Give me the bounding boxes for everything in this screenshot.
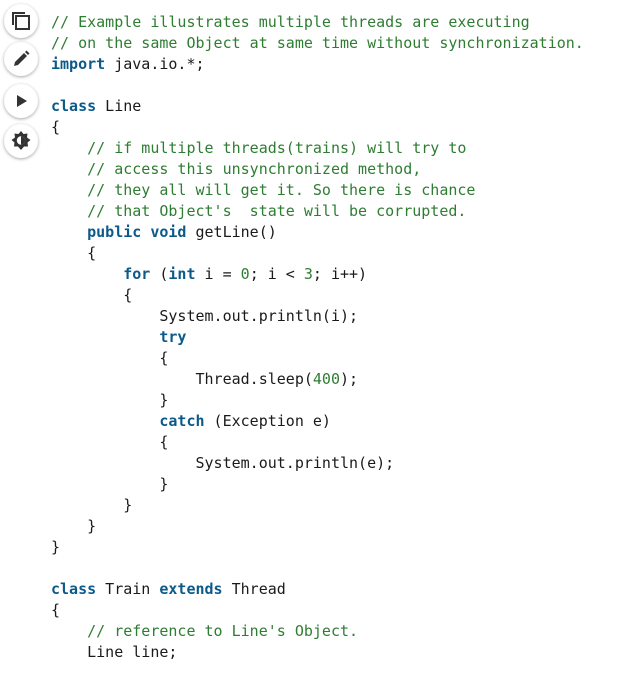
theme-toggle-button[interactable] [4,124,38,158]
code-line: // they all will get it. So there is cha… [51,180,584,201]
code-line: System.out.println(e); [51,453,584,474]
code-token-plain: Line line; [51,643,178,661]
code-line: } [51,516,584,537]
code-token-plain: } [51,475,169,493]
code-token-keyword: catch [159,412,205,430]
code-token-plain: java.io.*; [105,55,205,73]
code-token-plain: ; i < [249,265,304,283]
brightness-icon [11,131,31,150]
code-token-comment: // they all will get it. So there is cha… [87,181,476,199]
code-token-plain: Train [96,580,160,598]
code-snippet-page: // Example illustrates multiple threads … [0,0,642,679]
code-token-plain: (Exception e) [204,412,331,430]
code-token-plain: { [51,349,169,367]
code-token-keyword: extends [159,580,223,598]
code-line: } [51,537,584,558]
code-token-comment: // reference to Line's Object. [87,622,359,640]
code-token-plain: Thread.sleep( [51,370,313,388]
code-line: Line line; [51,642,584,663]
copy-icon [12,12,30,30]
code-token-keyword: public [87,223,142,241]
code-line: { [51,285,584,306]
code-token-plain: ); [340,370,359,388]
code-token-comment: // that Object's state will be corrupted… [87,202,467,220]
code-token-plain: { [51,244,97,262]
code-token-comment: // Example illustrates multiple threads … [51,13,530,31]
code-token-comment: // if multiple threads(trains) will try … [87,139,467,157]
code-line: // Example illustrates multiple threads … [51,12,584,33]
run-button[interactable] [4,84,38,118]
code-line: // reference to Line's Object. [51,621,584,642]
code-token-plain: { [51,118,61,136]
code-token-keyword: for [123,265,151,283]
code-token-keyword: class [51,580,97,598]
code-line: catch (Exception e) [51,411,584,432]
code-line: { [51,600,584,621]
code-line: { [51,117,584,138]
edit-button[interactable] [4,42,38,76]
code-token-keyword: class [51,97,97,115]
code-token-plain: i = [195,265,241,283]
code-line: Thread.sleep(400); [51,369,584,390]
code-line: System.out.println(i); [51,306,584,327]
code-line: // that Object's state will be corrupted… [51,201,584,222]
code-token-plain: { [51,601,61,619]
code-token-plain: { [51,433,169,451]
code-token-plain: { [51,286,133,304]
code-token-comment: // access this unsynchronized method, [87,160,422,178]
code-token-plain: ; i++) [312,265,368,283]
code-line: } [51,390,584,411]
play-icon [17,95,27,107]
code-line: { [51,432,584,453]
code-token-plain: System.out.println(e); [51,454,395,472]
code-token-plain: System.out.println(i); [51,307,359,325]
code-token-plain: } [51,496,133,514]
code-token-plain: Line [96,97,142,115]
code-token-plain: Thread [222,580,286,598]
code-line: { [51,348,584,369]
code-line: public void getLine() [51,222,584,243]
code-line: for (int i = 0; i < 3; i++) [51,264,584,285]
code-token-number: 0 [240,265,250,283]
code-line: } [51,474,584,495]
code-line: } [51,495,584,516]
code-token-plain: } [51,538,61,556]
code-token-plain: } [51,391,169,409]
code-line: import java.io.*; [51,54,584,75]
code-token-plain: getLine() [186,223,277,241]
code-token-number: 400 [312,370,340,388]
code-token-number: 3 [303,265,313,283]
code-token-keyword: try [159,328,187,346]
code-line: class Line [51,96,584,117]
code-token-keyword: int [168,265,196,283]
code-token-plain: ( [150,265,169,283]
code-line: { [51,243,584,264]
pencil-icon [14,50,30,66]
code-token-keyword: import [51,55,106,73]
code-line: try [51,327,584,348]
code-line: class Train extends Thread [51,579,584,600]
code-token-plain: } [51,517,97,535]
code-line: // on the same Object at same time witho… [51,33,584,54]
code-token-keyword: void [150,223,187,241]
code-line: // if multiple threads(trains) will try … [51,138,584,159]
code-block[interactable]: // Example illustrates multiple threads … [51,12,584,663]
code-token-comment: // on the same Object at same time witho… [51,34,584,52]
copy-button[interactable] [4,4,38,38]
code-line: // access this unsynchronized method, [51,159,584,180]
